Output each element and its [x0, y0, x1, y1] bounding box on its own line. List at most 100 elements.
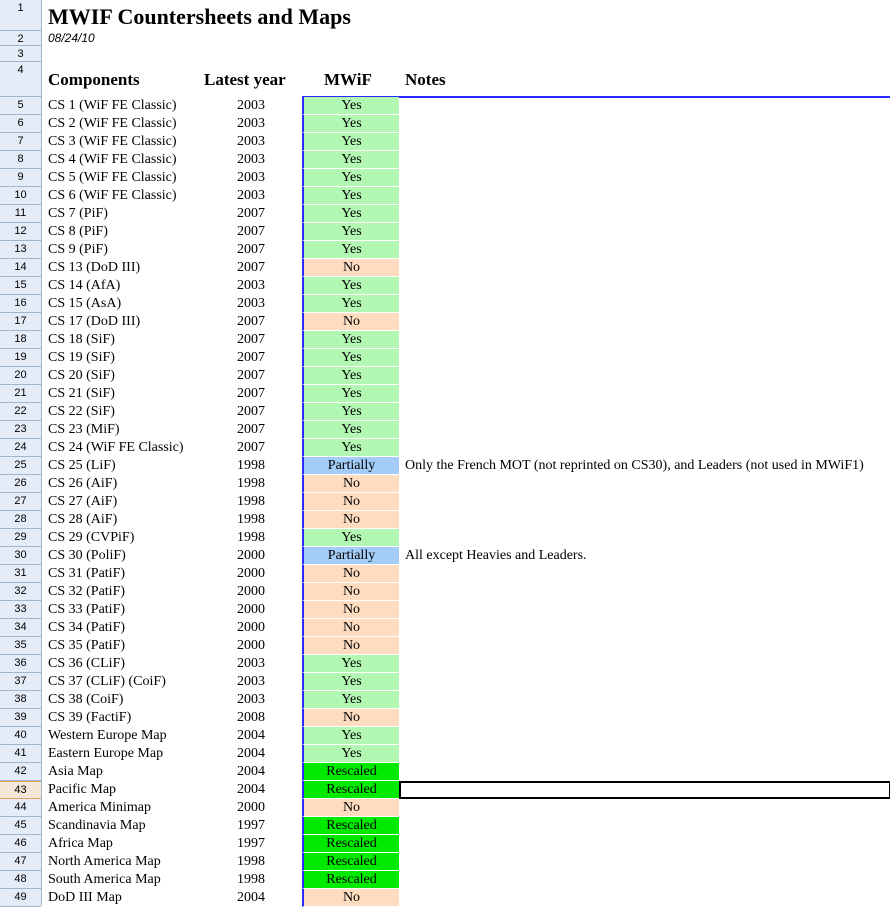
mwif-status-cell[interactable]: Yes [302, 673, 399, 691]
component-cell[interactable]: CS 20 (SiF) [48, 367, 115, 385]
year-cell[interactable]: 2003 [200, 277, 302, 295]
notes-cell[interactable]: Only the French MOT (not reprinted on CS… [405, 457, 864, 475]
row-number[interactable]: 16 [0, 295, 41, 313]
mwif-status-cell[interactable]: Rescaled [302, 763, 399, 781]
component-cell[interactable]: CS 8 (PiF) [48, 223, 108, 241]
row-number[interactable]: 40 [0, 727, 41, 745]
row-number[interactable]: 17 [0, 313, 41, 331]
row-number[interactable]: 12 [0, 223, 41, 241]
component-cell[interactable]: Scandinavia Map [48, 817, 146, 835]
row-number[interactable]: 2 [0, 31, 41, 46]
mwif-status-cell[interactable]: Yes [302, 349, 399, 367]
component-cell[interactable]: CS 32 (PatiF) [48, 583, 125, 601]
row-number[interactable]: 43 [0, 781, 41, 799]
year-cell[interactable]: 1998 [200, 457, 302, 475]
mwif-status-cell[interactable]: Yes [302, 187, 399, 205]
component-cell[interactable]: CS 18 (SiF) [48, 331, 115, 349]
year-cell[interactable]: 2000 [200, 637, 302, 655]
row-number[interactable]: 30 [0, 547, 41, 565]
row-number[interactable]: 45 [0, 817, 41, 835]
component-cell[interactable]: CS 33 (PatiF) [48, 601, 125, 619]
component-cell[interactable]: CS 35 (PatiF) [48, 637, 125, 655]
mwif-status-cell[interactable]: No [302, 259, 399, 277]
row-number[interactable]: 48 [0, 871, 41, 889]
mwif-status-cell[interactable]: No [302, 619, 399, 637]
row-number[interactable]: 38 [0, 691, 41, 709]
component-cell[interactable]: CS 9 (PiF) [48, 241, 108, 259]
row-number[interactable]: 31 [0, 565, 41, 583]
component-cell[interactable]: CS 27 (AiF) [48, 493, 117, 511]
row-number[interactable]: 32 [0, 583, 41, 601]
component-cell[interactable]: CS 22 (SiF) [48, 403, 115, 421]
mwif-status-cell[interactable]: Yes [302, 421, 399, 439]
row-number[interactable]: 34 [0, 619, 41, 637]
year-cell[interactable]: 2000 [200, 547, 302, 565]
mwif-status-cell[interactable]: Partially [302, 547, 399, 565]
component-cell[interactable]: Asia Map [48, 763, 103, 781]
row-number[interactable]: 36 [0, 655, 41, 673]
mwif-status-cell[interactable]: Yes [302, 241, 399, 259]
component-cell[interactable]: CS 3 (WiF FE Classic) [48, 133, 177, 151]
component-cell[interactable]: Pacific Map [48, 781, 116, 799]
year-cell[interactable]: 1998 [200, 871, 302, 889]
year-cell[interactable]: 1997 [200, 817, 302, 835]
mwif-status-cell[interactable]: Rescaled [302, 781, 399, 799]
mwif-status-cell[interactable]: Yes [302, 331, 399, 349]
year-cell[interactable]: 1998 [200, 511, 302, 529]
component-cell[interactable]: CS 17 (DoD III) [48, 313, 140, 331]
year-cell[interactable]: 2003 [200, 673, 302, 691]
year-cell[interactable]: 2007 [200, 205, 302, 223]
mwif-status-cell[interactable]: Yes [302, 745, 399, 763]
header-notes[interactable]: Notes [405, 70, 446, 90]
component-cell[interactable]: CS 21 (SiF) [48, 385, 115, 403]
mwif-status-cell[interactable]: Partially [302, 457, 399, 475]
mwif-status-cell[interactable]: No [302, 583, 399, 601]
year-cell[interactable]: 2004 [200, 727, 302, 745]
year-cell[interactable]: 2007 [200, 421, 302, 439]
year-cell[interactable]: 2003 [200, 295, 302, 313]
component-cell[interactable]: CS 14 (AfA) [48, 277, 120, 295]
row-number[interactable]: 41 [0, 745, 41, 763]
year-cell[interactable]: 2003 [200, 655, 302, 673]
component-cell[interactable]: CS 34 (PatiF) [48, 619, 125, 637]
component-cell[interactable]: CS 29 (CVPiF) [48, 529, 134, 547]
year-cell[interactable]: 2007 [200, 331, 302, 349]
year-cell[interactable]: 2004 [200, 745, 302, 763]
notes-cell[interactable]: All except Heavies and Leaders. [405, 547, 587, 565]
year-cell[interactable]: 1998 [200, 475, 302, 493]
row-number[interactable]: 28 [0, 511, 41, 529]
year-cell[interactable]: 2004 [200, 889, 302, 907]
year-cell[interactable]: 1998 [200, 493, 302, 511]
component-cell[interactable]: CS 26 (AiF) [48, 475, 117, 493]
year-cell[interactable]: 2007 [200, 313, 302, 331]
row-number[interactable]: 10 [0, 187, 41, 205]
component-cell[interactable]: CS 7 (PiF) [48, 205, 108, 223]
row-number[interactable]: 26 [0, 475, 41, 493]
row-number[interactable]: 9 [0, 169, 41, 187]
row-number[interactable]: 15 [0, 277, 41, 295]
component-cell[interactable]: CS 24 (WiF FE Classic) [48, 439, 184, 457]
row-number[interactable]: 47 [0, 853, 41, 871]
year-cell[interactable]: 2000 [200, 799, 302, 817]
mwif-status-cell[interactable]: No [302, 637, 399, 655]
header-mwif[interactable]: MWiF [324, 70, 372, 90]
year-cell[interactable]: 1998 [200, 853, 302, 871]
row-number[interactable]: 3 [0, 46, 41, 62]
component-cell[interactable]: CS 1 (WiF FE Classic) [48, 97, 177, 115]
header-components[interactable]: Components [48, 70, 140, 90]
year-cell[interactable]: 2003 [200, 151, 302, 169]
year-cell[interactable]: 2000 [200, 583, 302, 601]
sheet-date[interactable]: 08/24/10 [48, 31, 95, 45]
mwif-status-cell[interactable]: No [302, 601, 399, 619]
sheet-title[interactable]: MWIF Countersheets and Maps [48, 4, 351, 30]
year-cell[interactable]: 2003 [200, 133, 302, 151]
row-number[interactable]: 25 [0, 457, 41, 475]
year-cell[interactable]: 2004 [200, 781, 302, 799]
row-number[interactable]: 39 [0, 709, 41, 727]
year-cell[interactable]: 2008 [200, 709, 302, 727]
row-number[interactable]: 20 [0, 367, 41, 385]
year-cell[interactable]: 2000 [200, 619, 302, 637]
component-cell[interactable]: CS 23 (MiF) [48, 421, 120, 439]
row-number[interactable]: 21 [0, 385, 41, 403]
mwif-status-cell[interactable]: Yes [302, 727, 399, 745]
